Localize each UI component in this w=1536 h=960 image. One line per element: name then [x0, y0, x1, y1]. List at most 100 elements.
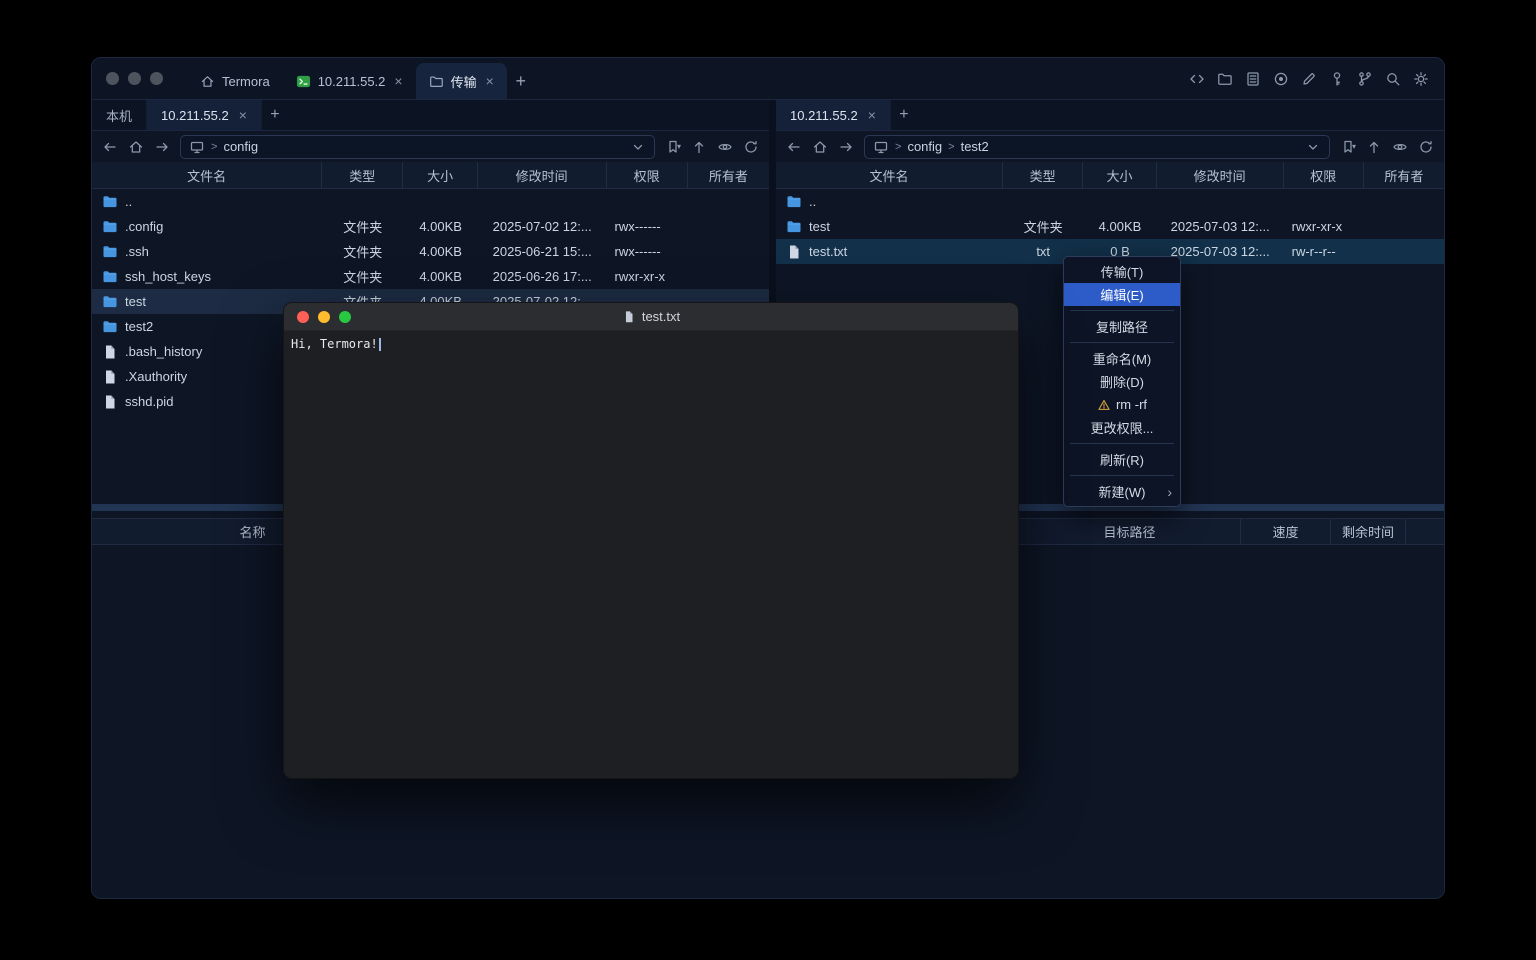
- file-row[interactable]: .ssh文件夹4.00KB2025-06-21 15:...rwx------: [92, 239, 769, 264]
- tab-remote-host[interactable]: 10.211.55.2 ×: [776, 100, 891, 130]
- back-icon[interactable]: [102, 139, 118, 155]
- file-mtime-cell: 2025-06-21 15:...: [478, 244, 607, 259]
- file-row[interactable]: ..: [92, 189, 769, 214]
- file-row[interactable]: ssh_host_keys文件夹4.00KB2025-06-26 17:...r…: [92, 264, 769, 289]
- minimize-window-icon[interactable]: [128, 72, 141, 85]
- folder-icon: [786, 219, 802, 235]
- column-header[interactable]: 大小: [403, 162, 477, 188]
- terminal-icon: [296, 74, 311, 89]
- menu-item[interactable]: 重命名(M): [1064, 347, 1180, 370]
- column-header[interactable]: 类型: [1003, 162, 1083, 188]
- tab-remote-host[interactable]: 10.211.55.2 ×: [147, 100, 262, 130]
- breadcrumb-separator: >: [211, 141, 217, 153]
- show-hidden-eye-icon[interactable]: [717, 139, 733, 155]
- tab-label: 传输: [451, 72, 477, 91]
- menu-item[interactable]: 删除(D): [1064, 370, 1180, 393]
- close-window-icon[interactable]: [297, 311, 309, 323]
- up-directory-icon[interactable]: [691, 139, 707, 155]
- breadcrumb-item[interactable]: test2: [961, 139, 989, 154]
- menu-item[interactable]: 新建(W)›: [1064, 480, 1180, 503]
- new-tab-button[interactable]: +: [507, 63, 535, 99]
- minimize-window-icon[interactable]: [318, 311, 330, 323]
- bookmark-button[interactable]: ▾: [1340, 139, 1356, 155]
- window-controls: [106, 58, 163, 99]
- column-header[interactable]: 文件名: [92, 162, 322, 188]
- back-icon[interactable]: [786, 139, 802, 155]
- file-row[interactable]: .config文件夹4.00KB2025-07-02 12:...rwx----…: [92, 214, 769, 239]
- zoom-window-icon[interactable]: [339, 311, 351, 323]
- editor-window: test.txt Hi, Termora!: [283, 302, 1019, 779]
- column-header[interactable]: 所有者: [688, 162, 769, 188]
- file-type-cell: 文件夹: [1003, 217, 1083, 236]
- zoom-window-icon[interactable]: [150, 72, 163, 85]
- up-directory-icon[interactable]: [1366, 139, 1382, 155]
- branch-icon[interactable]: [1357, 71, 1373, 87]
- close-icon[interactable]: ×: [868, 108, 876, 122]
- file-name-cell: test: [776, 219, 1003, 235]
- file-row[interactable]: test文件夹4.00KB2025-07-03 12:...rwxr-xr-x: [776, 214, 1444, 239]
- column-header[interactable]: 目标路径: [1019, 519, 1241, 544]
- column-header[interactable]: 修改时间: [478, 162, 607, 188]
- breadcrumb-separator: >: [895, 141, 901, 153]
- tab-local[interactable]: 本机: [92, 100, 147, 130]
- column-header[interactable]: 类型: [322, 162, 403, 188]
- chevron-down-icon: ▾: [677, 142, 681, 151]
- file-name-cell: ..: [92, 194, 322, 210]
- forward-icon[interactable]: [154, 139, 170, 155]
- menu-item[interactable]: 复制路径: [1064, 315, 1180, 338]
- path-input[interactable]: > config: [180, 135, 655, 159]
- column-header[interactable]: 剩余时间: [1331, 519, 1406, 544]
- tab-transfer[interactable]: 传输 ×: [416, 63, 507, 99]
- menu-item[interactable]: 编辑(E): [1064, 283, 1180, 306]
- chevron-down-icon[interactable]: [630, 139, 646, 155]
- home-icon[interactable]: [128, 139, 144, 155]
- tab-label: 10.211.55.2: [790, 108, 858, 123]
- refresh-icon[interactable]: [1418, 139, 1434, 155]
- column-header[interactable]: 权限: [1284, 162, 1364, 188]
- close-icon[interactable]: ×: [486, 74, 494, 88]
- menu-item[interactable]: 更改权限...: [1064, 416, 1180, 439]
- record-icon[interactable]: [1273, 71, 1289, 87]
- folder-icon[interactable]: [1217, 71, 1233, 87]
- path-input[interactable]: > config > test2: [864, 135, 1330, 159]
- editor-title-text: test.txt: [642, 309, 680, 324]
- forward-icon[interactable]: [838, 139, 854, 155]
- menu-item[interactable]: 刷新(R): [1064, 448, 1180, 471]
- file-size-cell: 4.00KB: [403, 219, 477, 234]
- menu-item[interactable]: rm -rf: [1064, 393, 1180, 416]
- close-icon[interactable]: ×: [394, 74, 402, 88]
- breadcrumb-item[interactable]: config: [907, 139, 942, 154]
- edit-icon[interactable]: [1301, 71, 1317, 87]
- menu-item[interactable]: 传输(T): [1064, 260, 1180, 283]
- home-icon[interactable]: [812, 139, 828, 155]
- file-size-cell: 4.00KB: [1083, 219, 1156, 234]
- show-hidden-eye-icon[interactable]: [1392, 139, 1408, 155]
- refresh-icon[interactable]: [743, 139, 759, 155]
- menu-divider: [1070, 443, 1174, 444]
- editor-content[interactable]: Hi, Termora!: [284, 331, 1018, 778]
- file-row[interactable]: ..: [776, 189, 1444, 214]
- close-icon[interactable]: ×: [239, 108, 247, 122]
- file-perm-cell: rwxr-xr-x: [1284, 219, 1364, 234]
- key-icon[interactable]: [1329, 71, 1345, 87]
- tab-ssh-session[interactable]: 10.211.55.2 ×: [283, 63, 416, 99]
- column-header[interactable]: 修改时间: [1157, 162, 1284, 188]
- column-header[interactable]: 文件名: [776, 162, 1003, 188]
- log-icon[interactable]: [1245, 71, 1261, 87]
- tab-termora-home[interactable]: Termora: [187, 63, 283, 99]
- breadcrumb-item[interactable]: config: [223, 139, 258, 154]
- bookmark-button[interactable]: ▾: [665, 139, 681, 155]
- search-icon[interactable]: [1385, 71, 1401, 87]
- column-header[interactable]: 所有者: [1364, 162, 1444, 188]
- close-window-icon[interactable]: [106, 72, 119, 85]
- tab-label: 10.211.55.2: [161, 108, 229, 123]
- column-header[interactable]: 速度: [1241, 519, 1331, 544]
- new-tab-button[interactable]: +: [262, 100, 288, 130]
- code-icon[interactable]: [1189, 71, 1205, 87]
- new-tab-button[interactable]: +: [891, 100, 917, 130]
- chevron-down-icon[interactable]: [1305, 139, 1321, 155]
- settings-icon[interactable]: [1413, 71, 1429, 87]
- column-header[interactable]: 权限: [607, 162, 688, 188]
- column-header[interactable]: 大小: [1083, 162, 1156, 188]
- main-tabs: Termora 10.211.55.2 × 传输 × +: [187, 58, 535, 99]
